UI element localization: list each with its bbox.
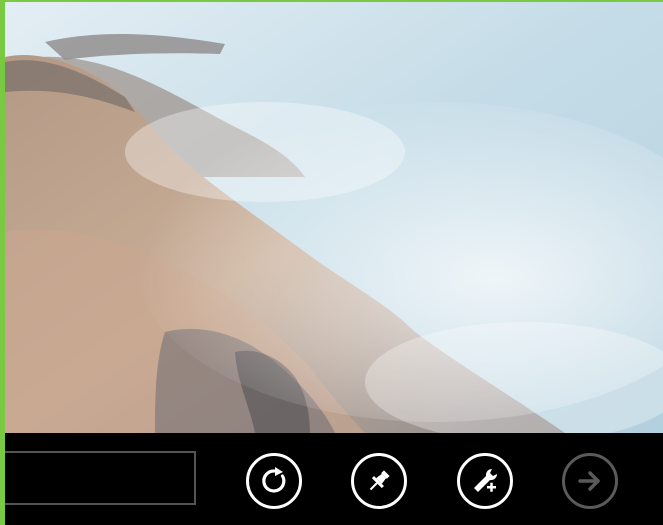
page-background-image [5,2,663,433]
page-tools-button[interactable] [457,453,513,509]
wrench-plus-icon [470,466,500,496]
forward-button[interactable] [562,453,618,509]
pin-icon [364,466,394,496]
app-bar [5,433,663,525]
refresh-icon [259,466,289,496]
refresh-button[interactable] [246,453,302,509]
misty-coast-photo [5,2,663,433]
arrow-right-icon [575,466,605,496]
pin-button[interactable] [351,453,407,509]
browser-window [0,0,663,525]
address-bar-input[interactable] [5,451,196,505]
